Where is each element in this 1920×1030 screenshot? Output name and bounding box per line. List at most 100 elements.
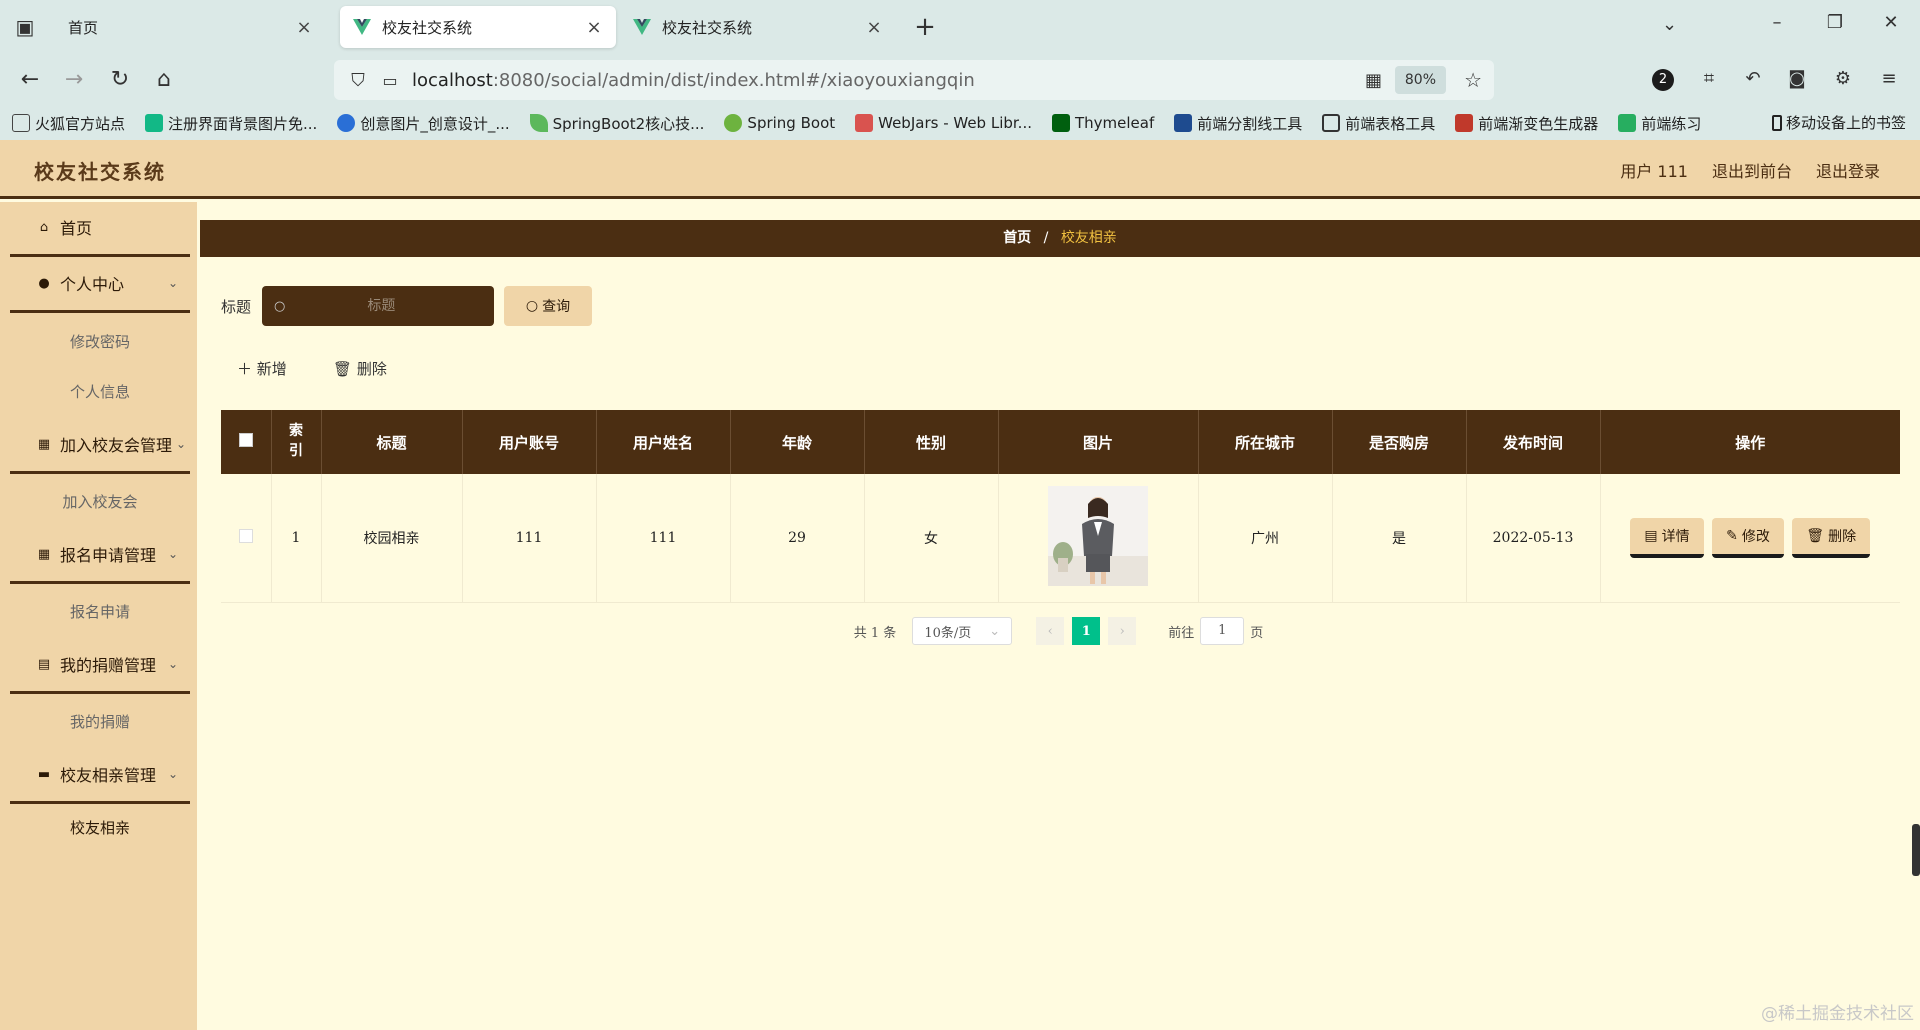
column-header: 用户姓名	[596, 410, 731, 474]
detail-button[interactable]: ▤ 详情	[1630, 517, 1704, 558]
add-button[interactable]: ＋ 新增	[237, 358, 287, 379]
page-number-current[interactable]: 1	[1072, 617, 1101, 645]
sidebar-subitem-change-password[interactable]: 修改密码	[10, 322, 190, 362]
scrollbar-handle[interactable]	[1912, 824, 1920, 876]
bookmark-item[interactable]: 前端渐变色生成器	[1455, 113, 1598, 134]
row-checkbox[interactable]	[238, 528, 253, 543]
row-delete-button[interactable]: 🗑 删除	[1792, 517, 1871, 558]
zoom-level[interactable]: 80%	[1394, 66, 1446, 94]
bookmark-item[interactable]: 前端练习	[1618, 113, 1701, 134]
star-icon[interactable]: ☆	[1464, 68, 1482, 92]
sidebar-subitem-signup[interactable]: 报名申请	[10, 592, 190, 632]
browser-tab-third[interactable]: 校友社交系统 ×	[620, 6, 896, 48]
logout-link[interactable]: 退出登录	[1816, 158, 1880, 182]
close-icon[interactable]: ×	[294, 17, 314, 38]
bookmark-item[interactable]: 前端表格工具	[1322, 113, 1435, 134]
mobile-icon	[1771, 114, 1782, 131]
page-size-select[interactable]: 10条/页 ⌄	[912, 617, 1013, 645]
shield-icon[interactable]: ⛉	[346, 70, 370, 91]
close-icon[interactable]: ×	[864, 17, 884, 38]
profile-photo[interactable]	[1048, 485, 1148, 586]
goto-page-input[interactable]: 1	[1200, 617, 1245, 645]
sidebar-subitem-join[interactable]: 加入校友会	[10, 482, 190, 522]
sidebar-item-label: 个人中心	[60, 275, 125, 294]
plus-icon: ＋	[237, 360, 253, 378]
sidebar-item-donation-mgmt[interactable]: ▤ 我的捐赠管理 ⌄	[10, 639, 190, 689]
browser-tab-home[interactable]: 首页 ×	[56, 6, 326, 48]
bookmark-item[interactable]: Spring Boot	[724, 114, 835, 132]
cell-name: 111	[596, 474, 731, 603]
chevron-down-icon[interactable]: ⌄	[1662, 14, 1677, 35]
page-icon[interactable]: ▭	[380, 71, 400, 90]
column-header: 性别	[864, 410, 999, 474]
exit-front-link[interactable]: 退出到前台	[1712, 158, 1792, 182]
qr-code-icon[interactable]: ▦	[1365, 70, 1382, 91]
select-all-cell	[221, 410, 272, 474]
sidebar-item-home[interactable]: ⌂ 首页	[10, 202, 190, 252]
goto-suffix: 页	[1250, 625, 1264, 641]
column-header: 标题	[321, 410, 463, 474]
bookmark-item[interactable]: 前端分割线工具	[1174, 113, 1302, 134]
bookmark-item[interactable]: 火狐官方站点	[12, 113, 125, 134]
query-button[interactable]: ○ 查询	[504, 286, 592, 326]
extension-badge[interactable]: 2	[1652, 69, 1674, 91]
data-table: 索引 标题 用户账号 用户姓名 年龄 性别 图片 所在城市 是否购房 发布时间 …	[221, 410, 1900, 603]
sidebar-subitem-personal-info[interactable]: 个人信息	[10, 372, 190, 412]
breadcrumb-separator: /	[1043, 230, 1049, 246]
forward-icon[interactable]: →	[58, 66, 90, 94]
url-bar[interactable]: ⛉ ▭ localhost:8080/social/admin/dist/ind…	[334, 60, 1494, 100]
sidebar-item-label: 校友相亲管理	[60, 766, 157, 785]
bookmark-label: Thymeleaf	[1075, 114, 1155, 132]
next-page-button[interactable]: ›	[1108, 617, 1137, 645]
bookmark-item[interactable]: Thymeleaf	[1052, 114, 1154, 132]
mobile-bookmarks-label: 移动设备上的书签	[1785, 114, 1906, 132]
header-right: 用户 111 退出到前台 退出登录	[1620, 158, 1880, 182]
close-icon[interactable]: ×	[584, 17, 604, 38]
screenshot-icon[interactable]: ◙	[1784, 68, 1810, 89]
undo-icon[interactable]: ↶	[1740, 68, 1766, 89]
mobile-bookmarks[interactable]: 移动设备上的书签	[1771, 112, 1906, 133]
home-icon[interactable]: ⌂	[148, 66, 180, 94]
cell-house: 是	[1332, 474, 1467, 603]
menu-divider	[10, 310, 190, 313]
bookmark-item[interactable]: 创意图片_创意设计_...	[337, 113, 510, 134]
browser-tab-active[interactable]: 校友社交系统 ×	[340, 6, 616, 48]
menu-icon[interactable]: ≡	[1876, 68, 1902, 89]
tab-list-icon[interactable]: ▣	[0, 0, 50, 54]
close-window-icon[interactable]: ✕	[1876, 12, 1906, 33]
restore-icon[interactable]: ❐	[1820, 12, 1850, 33]
column-header-label: 索引	[289, 423, 303, 459]
crop-icon[interactable]: ⌗	[1696, 68, 1722, 89]
select-all-checkbox[interactable]	[238, 433, 253, 447]
row-select-cell	[221, 474, 272, 603]
new-tab-icon[interactable]: +	[910, 12, 940, 42]
sidebar-subitem-donation[interactable]: 我的捐赠	[10, 702, 190, 742]
sidebar-item-match-mgmt[interactable]: ▬ 校友相亲管理 ⌄	[10, 749, 190, 799]
search-input[interactable]	[291, 298, 472, 314]
page-size-value: 10条/页	[924, 625, 972, 641]
reload-icon[interactable]: ↻	[104, 66, 136, 94]
sidebar-item-join-mgmt[interactable]: ▦ 加入校友会管理 ⌄	[10, 419, 190, 469]
trash-icon: 🗑	[333, 360, 353, 378]
edit-button[interactable]: ✎ 修改	[1712, 517, 1784, 558]
url-text[interactable]: localhost:8080/social/admin/dist/index.h…	[412, 70, 975, 91]
breadcrumb-home[interactable]: 首页	[1003, 230, 1031, 246]
prev-page-button[interactable]: ‹	[1036, 617, 1065, 645]
sidebar-item-label: 加入校友会管理	[60, 436, 173, 455]
sidebar-item-signup-mgmt[interactable]: ▦ 报名申请管理 ⌄	[10, 529, 190, 579]
bookmark-item[interactable]: 注册界面背景图片免...	[145, 113, 317, 134]
bookmark-item[interactable]: SpringBoot2核心技...	[529, 113, 704, 134]
minimize-icon[interactable]: –	[1762, 12, 1792, 33]
pagination: 共 1 条 10条/页 ⌄ ‹ 1 › 前往 1 页	[197, 616, 1920, 646]
cell-account: 111	[462, 474, 597, 603]
delete-button[interactable]: 🗑 删除	[333, 358, 387, 379]
sidebar-item-personal[interactable]: ● 个人中心 ⌄	[10, 258, 190, 308]
extensions-icon[interactable]: ⚙	[1830, 68, 1856, 89]
sidebar-subitem-match[interactable]: 校友相亲	[10, 808, 190, 848]
site-icon	[337, 114, 356, 132]
leaf-icon	[529, 114, 548, 132]
vue-icon	[632, 17, 652, 37]
column-header: 年龄	[730, 410, 865, 474]
bookmark-item[interactable]: WebJars - Web Libr...	[855, 114, 1032, 132]
back-icon[interactable]: ←	[14, 66, 46, 94]
